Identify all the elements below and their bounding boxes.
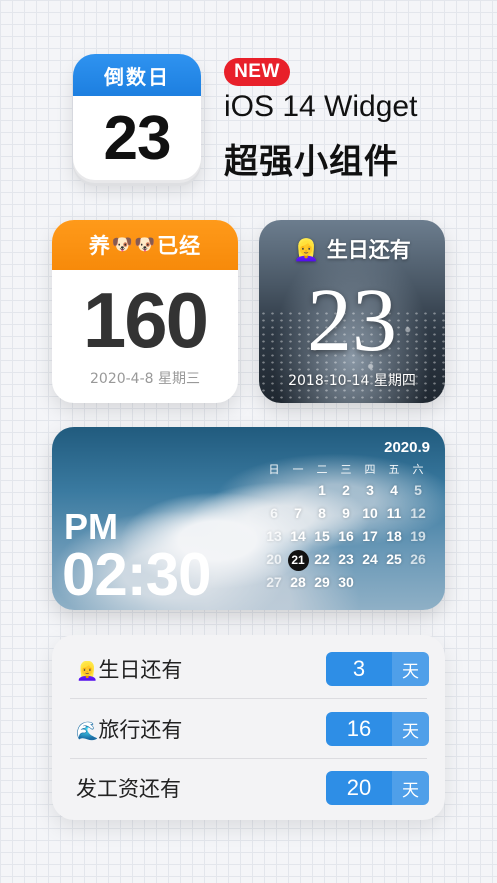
person-icon: 👱‍♀️ xyxy=(293,238,320,262)
calendar-day: 7 xyxy=(294,505,302,521)
pet-days-widget[interactable]: 养 🐶🐶 已经 160 2020-4-8 星期三 xyxy=(52,220,238,403)
clock-time: 02:30 xyxy=(62,541,211,608)
days-badge: 20 天 xyxy=(326,771,429,805)
calendar-day: 17 xyxy=(362,528,378,544)
calendar-day: 18 xyxy=(386,528,402,544)
pet-widget-header: 养 🐶🐶 已经 xyxy=(52,220,238,270)
heading-title: 超强小组件 xyxy=(224,142,399,182)
calendar-day: 12 xyxy=(410,505,426,521)
calendar-day: 22 xyxy=(314,551,330,567)
clock-ampm: PM xyxy=(64,506,118,547)
days-badge: 16 天 xyxy=(326,712,429,746)
days-unit: 天 xyxy=(392,771,429,805)
pet-widget-number: 160 xyxy=(82,276,209,364)
list-item-label: 👱‍♀️生日还有 xyxy=(76,658,183,682)
calendar-today: 21 xyxy=(286,548,310,571)
days-unit: 天 xyxy=(392,712,429,746)
birthday-widget-number: 23 xyxy=(307,271,397,370)
calendar-day: 29 xyxy=(314,574,330,590)
calendar-day: 28 xyxy=(290,574,306,590)
calendar-day: 25 xyxy=(386,551,402,567)
list-item[interactable]: 发工资还有 20 天 xyxy=(52,758,445,818)
calendar-day: 11 xyxy=(386,505,402,521)
clock-calendar-widget[interactable]: PM 02:30 2020.9 日一二三四五六 1 2 3 4 5 6 7 8 9 10 11 12 13… xyxy=(52,427,445,610)
calendar-grid: 日一二三四五六 1 2 3 4 5 6 7 8 9 10 11 12 13 14 15 16 17 18 19 20 21… xyxy=(262,461,432,594)
countdown-list-widget[interactable]: 👱‍♀️生日还有 3 天 🌊旅行还有 16 天 发工资还有 20 天 xyxy=(52,635,445,820)
list-item[interactable]: 🌊旅行还有 16 天 xyxy=(52,699,445,759)
days-unit: 天 xyxy=(392,652,429,686)
dog-icon: 🐶🐶 xyxy=(111,235,157,255)
pet-widget-date: 2020-4-8 星期三 xyxy=(90,371,200,387)
calendar-day: 23 xyxy=(338,551,354,567)
calendar-day: 20 xyxy=(266,551,282,567)
calendar-day: 14 xyxy=(290,528,306,544)
list-item-label: 🌊旅行还有 xyxy=(76,718,183,742)
calendar-blank xyxy=(286,479,310,502)
weekday-label: 一 xyxy=(292,464,304,476)
calendar-blank xyxy=(262,479,286,502)
birthday-widget[interactable]: 👱‍♀️ 生日还有 23 2018-10-14 星期四 xyxy=(259,220,445,403)
list-item-label: 发工资还有 xyxy=(76,777,181,801)
calendar-day: 2 xyxy=(342,482,350,498)
birthday-widget-label: 生日还有 xyxy=(326,238,411,262)
calendar-day: 13 xyxy=(266,528,282,544)
calendar-day: 8 xyxy=(318,505,326,521)
pet-widget-title-suffix: 已经 xyxy=(157,234,202,258)
calendar-day: 26 xyxy=(410,551,426,567)
app-icon[interactable]: 倒数日 23 xyxy=(73,54,201,180)
weekday-label: 六 xyxy=(412,464,424,476)
app-icon-number: 23 xyxy=(103,103,172,173)
list-item[interactable]: 👱‍♀️生日还有 3 天 xyxy=(52,639,445,699)
calendar-day: 1 xyxy=(318,482,326,498)
heading-subtitle: iOS 14 Widget xyxy=(224,90,418,123)
calendar-day: 27 xyxy=(266,574,282,590)
weekday-label: 五 xyxy=(388,464,400,476)
calendar-day: 24 xyxy=(362,551,378,567)
calendar-day: 6 xyxy=(270,505,278,521)
calendar-day: 30 xyxy=(338,574,354,590)
weekday-label: 日 xyxy=(268,464,280,476)
new-badge: NEW xyxy=(224,58,290,86)
calendar-day: 5 xyxy=(414,482,422,498)
weekday-label: 二 xyxy=(316,464,328,476)
wave-icon: 🌊 xyxy=(76,721,99,742)
calendar-day: 3 xyxy=(366,482,374,498)
weekday-label: 四 xyxy=(364,464,376,476)
days-value: 16 xyxy=(326,712,392,746)
birthday-widget-title: 👱‍♀️ 生日还有 xyxy=(259,234,445,264)
days-value: 3 xyxy=(326,652,392,686)
days-badge: 3 天 xyxy=(326,652,429,686)
pet-widget-title-prefix: 养 xyxy=(88,234,111,258)
calendar-day: 15 xyxy=(314,528,330,544)
days-value: 20 xyxy=(326,771,392,805)
calendar-day: 9 xyxy=(342,505,350,521)
birthday-widget-date: 2018-10-14 星期四 xyxy=(288,373,416,389)
mini-calendar: 2020.9 日一二三四五六 1 2 3 4 5 6 7 8 9 10 11 12 13 14 15 16 17 1… xyxy=(262,439,432,594)
calendar-day: 10 xyxy=(362,505,378,521)
calendar-day: 19 xyxy=(410,528,426,544)
calendar-month: 2020.9 xyxy=(384,439,430,456)
calendar-day: 4 xyxy=(390,482,398,498)
person-icon: 👱‍♀️ xyxy=(76,661,99,682)
calendar-day: 16 xyxy=(338,528,354,544)
app-icon-header: 倒数日 xyxy=(73,54,201,96)
weekday-label: 三 xyxy=(340,464,352,476)
